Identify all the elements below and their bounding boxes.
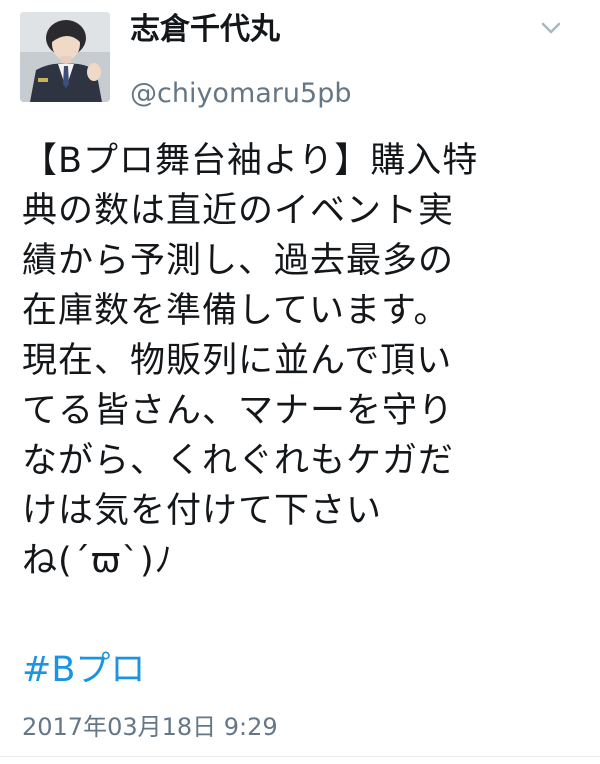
- tweet-card: 志倉千代丸 @chiyomaru5pb 【Bプロ舞台袖より】購入特 典の数は直近…: [0, 0, 600, 764]
- hashtag-link[interactable]: #Bプロ: [22, 647, 145, 693]
- user-handle[interactable]: @chiyomaru5pb: [130, 74, 530, 114]
- tweet-menu-button[interactable]: [538, 18, 564, 38]
- chevron-down-icon: [541, 22, 561, 34]
- divider: [0, 756, 600, 757]
- tweet-text: 【Bプロ舞台袖より】購入特 典の数は直近のイベント実 績から予測し、過去最多の …: [22, 141, 479, 581]
- tweet-timestamp[interactable]: 2017年03月18日 9:29: [22, 710, 278, 744]
- avatar[interactable]: [20, 12, 110, 102]
- display-name[interactable]: 志倉千代丸: [130, 8, 530, 52]
- tweet-author: 志倉千代丸 @chiyomaru5pb: [130, 8, 530, 114]
- avatar-photo-icon: [20, 12, 110, 102]
